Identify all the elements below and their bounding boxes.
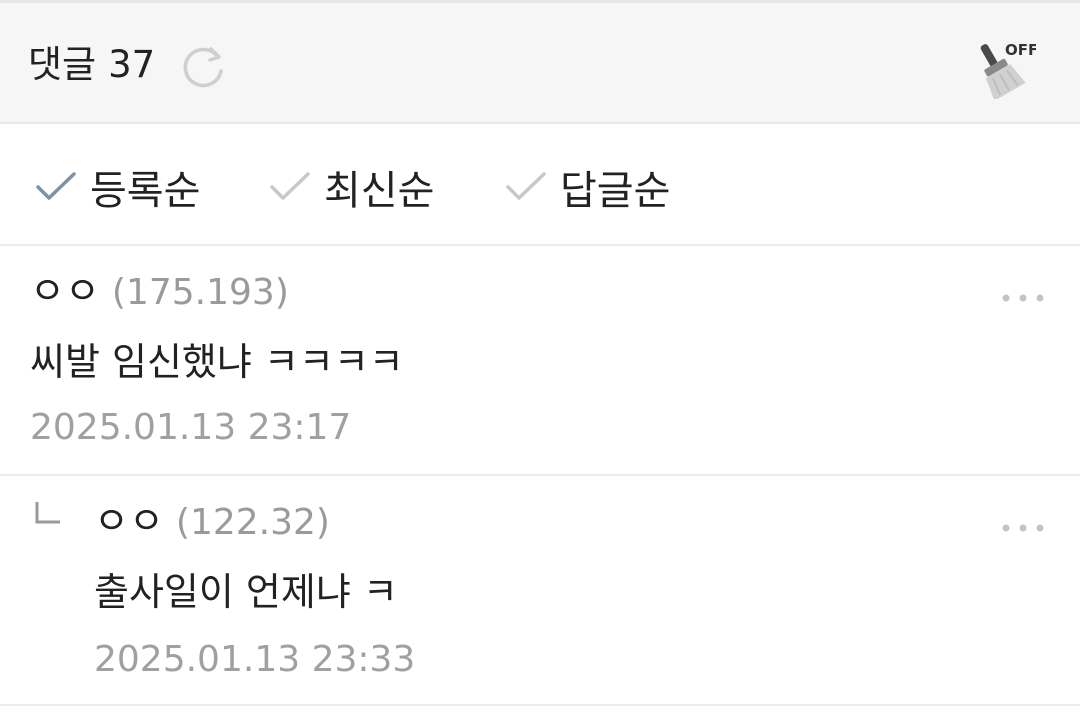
sort-bar: 등록순 최신순 답글순 — [0, 124, 1080, 246]
sort-option-label: 답글순 — [560, 168, 671, 214]
broom-off-icon[interactable]: OFF — [972, 37, 1036, 99]
comment-count: 37 — [108, 43, 156, 86]
comment-ip: (175.193) — [111, 272, 289, 313]
sort-option-label: 최신순 — [324, 168, 435, 214]
sort-option-latest[interactable]: 최신순 — [268, 162, 434, 214]
comment-author: ㅇㅇ (122.32) — [94, 498, 330, 546]
comment-nickname[interactable]: ㅇㅇ — [30, 268, 100, 314]
comment-date: 2025.01.13 23:33 — [94, 639, 416, 680]
sort-option-label: 등록순 — [90, 168, 201, 214]
comment-body: 씨발 임신했냐 ㅋㅋㅋㅋ — [30, 340, 404, 384]
sort-option-replies[interactable]: 답글순 — [504, 162, 670, 214]
broom-off-label: OFF — [1005, 41, 1036, 59]
check-icon — [506, 172, 546, 200]
more-options-icon[interactable] — [1000, 522, 1046, 534]
refresh-icon[interactable] — [180, 43, 228, 91]
comment-date: 2025.01.13 23:17 — [30, 407, 352, 448]
comment-nickname[interactable]: ㅇㅇ — [94, 498, 164, 544]
reply-item: ㅇㅇ (122.32) 출사일이 언제냐 ㅋ 2025.01.13 23:33 — [0, 476, 1080, 706]
comment-header: 댓글 37 OFF — [0, 3, 1080, 124]
comment-author: ㅇㅇ (175.193) — [30, 268, 289, 316]
check-icon — [36, 172, 76, 200]
comment-item: ㅇㅇ (175.193) 씨발 임신했냐 ㅋㅋㅋㅋ 2025.01.13 23:… — [0, 246, 1080, 476]
comment-title-label: 댓글 — [28, 43, 97, 86]
comment-count-title: 댓글 37 — [28, 43, 155, 87]
more-options-icon[interactable] — [1000, 292, 1046, 304]
comment-body: 출사일이 언제냐 ㅋ — [94, 570, 398, 614]
sort-option-registered[interactable]: 등록순 — [34, 162, 200, 214]
reply-arrow-icon — [35, 502, 60, 524]
check-icon — [270, 172, 310, 200]
comment-ip: (122.32) — [175, 502, 330, 543]
